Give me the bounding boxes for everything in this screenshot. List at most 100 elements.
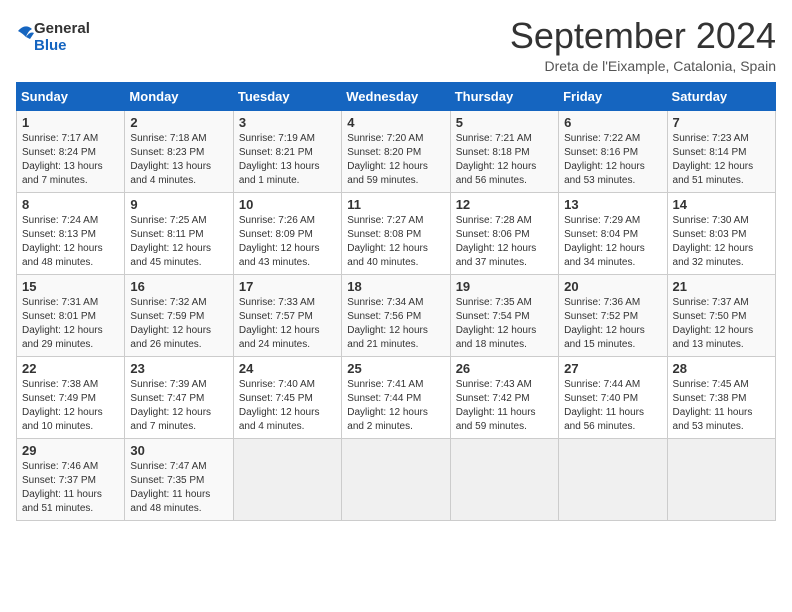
calendar-cell: 11 Sunrise: 7:27 AM Sunset: 8:08 PM Dayl…	[342, 192, 450, 274]
calendar-cell: 17 Sunrise: 7:33 AM Sunset: 7:57 PM Dayl…	[233, 274, 341, 356]
calendar-cell: 12 Sunrise: 7:28 AM Sunset: 8:06 PM Dayl…	[450, 192, 558, 274]
day-number: 23	[130, 361, 227, 376]
weekday-header-tuesday: Tuesday	[233, 82, 341, 110]
day-info: Sunrise: 7:18 AM Sunset: 8:23 PM Dayligh…	[130, 132, 227, 188]
calendar-header: SundayMondayTuesdayWednesdayThursdayFrid…	[17, 82, 776, 110]
day-info: Sunrise: 7:19 AM Sunset: 8:21 PM Dayligh…	[239, 132, 336, 188]
calendar-cell: 29 Sunrise: 7:46 AM Sunset: 7:37 PM Dayl…	[17, 438, 125, 520]
calendar-cell: 27 Sunrise: 7:44 AM Sunset: 7:40 PM Dayl…	[559, 356, 667, 438]
page-header: General Blue September 2024 Dreta de l'E…	[16, 16, 776, 74]
calendar-table: SundayMondayTuesdayWednesdayThursdayFrid…	[16, 82, 776, 521]
day-number: 15	[22, 279, 119, 294]
calendar-week-1: 1 Sunrise: 7:17 AM Sunset: 8:24 PM Dayli…	[17, 110, 776, 192]
calendar-cell	[667, 438, 775, 520]
weekday-header-thursday: Thursday	[450, 82, 558, 110]
day-info: Sunrise: 7:27 AM Sunset: 8:08 PM Dayligh…	[347, 214, 444, 270]
logo-bird-icon	[16, 23, 34, 51]
day-info: Sunrise: 7:17 AM Sunset: 8:24 PM Dayligh…	[22, 132, 119, 188]
calendar-cell: 24 Sunrise: 7:40 AM Sunset: 7:45 PM Dayl…	[233, 356, 341, 438]
day-number: 29	[22, 443, 119, 458]
day-info: Sunrise: 7:31 AM Sunset: 8:01 PM Dayligh…	[22, 296, 119, 352]
month-title: September 2024	[510, 16, 776, 56]
calendar-week-3: 15 Sunrise: 7:31 AM Sunset: 8:01 PM Dayl…	[17, 274, 776, 356]
calendar-cell: 1 Sunrise: 7:17 AM Sunset: 8:24 PM Dayli…	[17, 110, 125, 192]
calendar-cell: 10 Sunrise: 7:26 AM Sunset: 8:09 PM Dayl…	[233, 192, 341, 274]
weekday-header-friday: Friday	[559, 82, 667, 110]
calendar-cell: 14 Sunrise: 7:30 AM Sunset: 8:03 PM Dayl…	[667, 192, 775, 274]
day-info: Sunrise: 7:22 AM Sunset: 8:16 PM Dayligh…	[564, 132, 661, 188]
day-info: Sunrise: 7:32 AM Sunset: 7:59 PM Dayligh…	[130, 296, 227, 352]
day-number: 27	[564, 361, 661, 376]
calendar-body: 1 Sunrise: 7:17 AM Sunset: 8:24 PM Dayli…	[17, 110, 776, 520]
day-number: 3	[239, 115, 336, 130]
day-number: 4	[347, 115, 444, 130]
calendar-cell: 8 Sunrise: 7:24 AM Sunset: 8:13 PM Dayli…	[17, 192, 125, 274]
calendar-cell	[342, 438, 450, 520]
calendar-week-4: 22 Sunrise: 7:38 AM Sunset: 7:49 PM Dayl…	[17, 356, 776, 438]
calendar-cell: 9 Sunrise: 7:25 AM Sunset: 8:11 PM Dayli…	[125, 192, 233, 274]
calendar-cell: 4 Sunrise: 7:20 AM Sunset: 8:20 PM Dayli…	[342, 110, 450, 192]
calendar-cell: 23 Sunrise: 7:39 AM Sunset: 7:47 PM Dayl…	[125, 356, 233, 438]
day-info: Sunrise: 7:44 AM Sunset: 7:40 PM Dayligh…	[564, 378, 661, 434]
day-number: 22	[22, 361, 119, 376]
day-info: Sunrise: 7:20 AM Sunset: 8:20 PM Dayligh…	[347, 132, 444, 188]
calendar-cell: 2 Sunrise: 7:18 AM Sunset: 8:23 PM Dayli…	[125, 110, 233, 192]
calendar-cell: 7 Sunrise: 7:23 AM Sunset: 8:14 PM Dayli…	[667, 110, 775, 192]
calendar-week-2: 8 Sunrise: 7:24 AM Sunset: 8:13 PM Dayli…	[17, 192, 776, 274]
logo-blue: Blue	[34, 37, 90, 54]
day-info: Sunrise: 7:41 AM Sunset: 7:44 PM Dayligh…	[347, 378, 444, 434]
day-number: 17	[239, 279, 336, 294]
calendar-cell	[559, 438, 667, 520]
day-number: 14	[673, 197, 770, 212]
day-info: Sunrise: 7:33 AM Sunset: 7:57 PM Dayligh…	[239, 296, 336, 352]
day-info: Sunrise: 7:25 AM Sunset: 8:11 PM Dayligh…	[130, 214, 227, 270]
calendar-week-5: 29 Sunrise: 7:46 AM Sunset: 7:37 PM Dayl…	[17, 438, 776, 520]
day-info: Sunrise: 7:46 AM Sunset: 7:37 PM Dayligh…	[22, 460, 119, 516]
day-info: Sunrise: 7:30 AM Sunset: 8:03 PM Dayligh…	[673, 214, 770, 270]
day-number: 19	[456, 279, 553, 294]
weekday-header-monday: Monday	[125, 82, 233, 110]
calendar-cell: 3 Sunrise: 7:19 AM Sunset: 8:21 PM Dayli…	[233, 110, 341, 192]
calendar-cell	[450, 438, 558, 520]
calendar-cell: 16 Sunrise: 7:32 AM Sunset: 7:59 PM Dayl…	[125, 274, 233, 356]
day-info: Sunrise: 7:26 AM Sunset: 8:09 PM Dayligh…	[239, 214, 336, 270]
title-block: September 2024 Dreta de l'Eixample, Cata…	[510, 16, 776, 74]
weekday-header-sunday: Sunday	[17, 82, 125, 110]
calendar-cell: 30 Sunrise: 7:47 AM Sunset: 7:35 PM Dayl…	[125, 438, 233, 520]
day-number: 18	[347, 279, 444, 294]
day-info: Sunrise: 7:39 AM Sunset: 7:47 PM Dayligh…	[130, 378, 227, 434]
day-info: Sunrise: 7:23 AM Sunset: 8:14 PM Dayligh…	[673, 132, 770, 188]
calendar-cell: 28 Sunrise: 7:45 AM Sunset: 7:38 PM Dayl…	[667, 356, 775, 438]
calendar-cell: 5 Sunrise: 7:21 AM Sunset: 8:18 PM Dayli…	[450, 110, 558, 192]
calendar-cell: 26 Sunrise: 7:43 AM Sunset: 7:42 PM Dayl…	[450, 356, 558, 438]
day-number: 1	[22, 115, 119, 130]
day-info: Sunrise: 7:24 AM Sunset: 8:13 PM Dayligh…	[22, 214, 119, 270]
day-info: Sunrise: 7:47 AM Sunset: 7:35 PM Dayligh…	[130, 460, 227, 516]
day-info: Sunrise: 7:34 AM Sunset: 7:56 PM Dayligh…	[347, 296, 444, 352]
day-number: 12	[456, 197, 553, 212]
day-number: 9	[130, 197, 227, 212]
calendar-cell: 13 Sunrise: 7:29 AM Sunset: 8:04 PM Dayl…	[559, 192, 667, 274]
calendar-cell: 6 Sunrise: 7:22 AM Sunset: 8:16 PM Dayli…	[559, 110, 667, 192]
calendar-cell: 22 Sunrise: 7:38 AM Sunset: 7:49 PM Dayl…	[17, 356, 125, 438]
day-number: 11	[347, 197, 444, 212]
calendar-cell: 20 Sunrise: 7:36 AM Sunset: 7:52 PM Dayl…	[559, 274, 667, 356]
calendar-cell: 18 Sunrise: 7:34 AM Sunset: 7:56 PM Dayl…	[342, 274, 450, 356]
weekday-row: SundayMondayTuesdayWednesdayThursdayFrid…	[17, 82, 776, 110]
weekday-header-saturday: Saturday	[667, 82, 775, 110]
calendar-cell: 21 Sunrise: 7:37 AM Sunset: 7:50 PM Dayl…	[667, 274, 775, 356]
day-info: Sunrise: 7:28 AM Sunset: 8:06 PM Dayligh…	[456, 214, 553, 270]
day-number: 5	[456, 115, 553, 130]
calendar-cell: 15 Sunrise: 7:31 AM Sunset: 8:01 PM Dayl…	[17, 274, 125, 356]
day-number: 30	[130, 443, 227, 458]
day-number: 2	[130, 115, 227, 130]
calendar-cell: 19 Sunrise: 7:35 AM Sunset: 7:54 PM Dayl…	[450, 274, 558, 356]
day-info: Sunrise: 7:36 AM Sunset: 7:52 PM Dayligh…	[564, 296, 661, 352]
day-number: 20	[564, 279, 661, 294]
day-number: 16	[130, 279, 227, 294]
day-number: 26	[456, 361, 553, 376]
day-number: 13	[564, 197, 661, 212]
location: Dreta de l'Eixample, Catalonia, Spain	[510, 58, 776, 74]
day-number: 8	[22, 197, 119, 212]
day-info: Sunrise: 7:35 AM Sunset: 7:54 PM Dayligh…	[456, 296, 553, 352]
